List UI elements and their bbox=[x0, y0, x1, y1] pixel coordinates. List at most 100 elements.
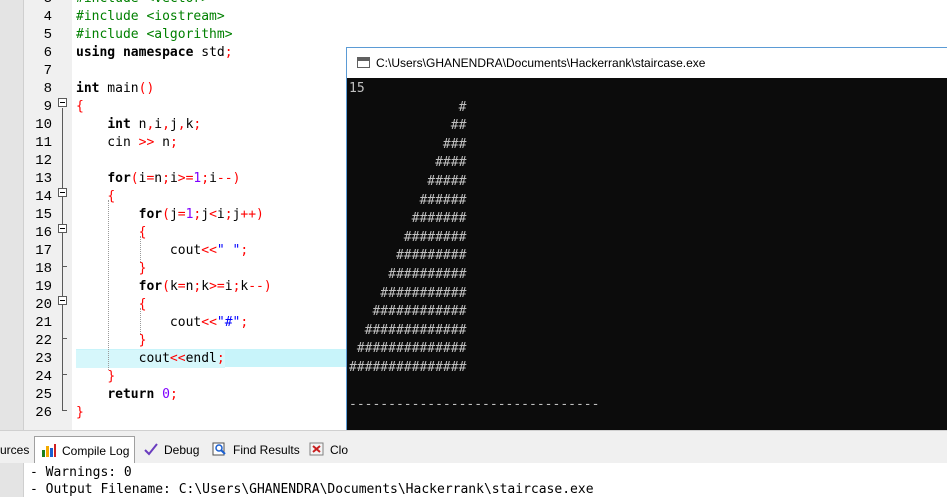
line-number: 17 bbox=[35, 243, 52, 259]
find-icon bbox=[212, 442, 226, 456]
tab-compile-log-label: Compile Log bbox=[62, 444, 130, 458]
line-number: 5 bbox=[43, 27, 52, 43]
code-text: { bbox=[107, 189, 116, 204]
line-number: 9 bbox=[43, 99, 52, 115]
console-line: ############# bbox=[349, 322, 467, 338]
console-line: # bbox=[349, 99, 467, 115]
code-text: cout<<endl; bbox=[76, 350, 225, 368]
tab-find-results-label: Find Results bbox=[233, 443, 300, 457]
log-warnings: - Warnings: 0 bbox=[30, 465, 132, 480]
console-window[interactable]: C:\Users\GHANENDRA\Documents\Hackerrank\… bbox=[346, 47, 947, 459]
line-number: 22 bbox=[35, 333, 52, 349]
line-number: 3 bbox=[26, 0, 52, 8]
line-number: 10 bbox=[35, 117, 52, 133]
console-line: ###### bbox=[349, 192, 467, 208]
code-text: int main() bbox=[76, 81, 155, 96]
code-text: for(k=n;k>=i;k--) bbox=[138, 279, 272, 294]
console-line: ########### bbox=[349, 285, 467, 301]
code-text: int n,i,j,k; bbox=[107, 117, 202, 132]
indent-guide bbox=[108, 200, 109, 370]
console-title: C:\Users\GHANENDRA\Documents\Hackerrank\… bbox=[376, 56, 706, 70]
indent-guide bbox=[140, 236, 141, 262]
console-line: ######## bbox=[349, 229, 467, 245]
fold-end-inner-for-2 bbox=[62, 338, 67, 339]
bar-chart-icon bbox=[42, 444, 56, 457]
line-number: 16 bbox=[35, 225, 52, 241]
line-number: 8 bbox=[43, 81, 52, 97]
console-line: ### bbox=[349, 136, 467, 152]
console-line: -------------------------------- bbox=[349, 397, 600, 413]
tab-debug[interactable]: Debug bbox=[141, 436, 204, 463]
line-number: 14 bbox=[35, 189, 52, 205]
code-text: return 0; bbox=[107, 387, 178, 402]
fold-end-outer-for bbox=[62, 374, 67, 375]
tab-resources[interactable]: urces bbox=[0, 436, 32, 463]
bottom-tab-strip: urces Compile Log Debug Find Results Clo bbox=[0, 430, 947, 463]
console-titlebar[interactable]: C:\Users\GHANENDRA\Documents\Hackerrank\… bbox=[347, 48, 947, 78]
tab-compile-log[interactable]: Compile Log bbox=[34, 436, 135, 463]
code-text: using namespace std; bbox=[76, 45, 233, 60]
line-number: 25 bbox=[35, 387, 52, 403]
code-text: { bbox=[76, 99, 84, 114]
code-text: cout<<" "; bbox=[76, 243, 249, 258]
fold-toggle-inner-for-2[interactable] bbox=[58, 296, 67, 305]
line-number: 7 bbox=[43, 63, 52, 79]
tab-close-label: Clo bbox=[330, 443, 349, 457]
console-line: ########## bbox=[349, 267, 467, 282]
line-number: 6 bbox=[43, 45, 52, 61]
fold-line-main bbox=[62, 108, 63, 410]
tab-close[interactable]: Clo bbox=[308, 436, 349, 463]
console-line: ############## bbox=[349, 341, 467, 357]
console-line: ## bbox=[349, 118, 467, 134]
fold-toggle-outer-for[interactable] bbox=[58, 188, 67, 197]
console-output[interactable]: 15 # ## ### #### ##### ###### ####### ##… bbox=[347, 78, 947, 441]
console-line: ######### bbox=[349, 248, 467, 264]
line-number: 20 bbox=[35, 297, 52, 313]
console-line: ############ bbox=[349, 304, 467, 320]
code-text: { bbox=[138, 297, 147, 312]
fold-end-inner-for-1 bbox=[62, 266, 67, 267]
tab-debug-label: Debug bbox=[164, 443, 200, 457]
line-number: 11 bbox=[35, 135, 52, 151]
log-left-strip bbox=[0, 463, 24, 497]
tab-resources-label: urces bbox=[0, 443, 30, 457]
code-text: cin >> n; bbox=[76, 135, 178, 150]
code-text: for(i=n;i>=1;i--) bbox=[107, 171, 241, 186]
line-number: 13 bbox=[35, 171, 52, 187]
code-text: } bbox=[107, 369, 116, 384]
console-line: 15 bbox=[349, 81, 365, 96]
line-number: 4 bbox=[43, 9, 52, 25]
fold-toggle-inner-for-1[interactable] bbox=[58, 224, 67, 233]
checkmark-icon bbox=[144, 443, 158, 456]
tab-find-results[interactable]: Find Results bbox=[210, 436, 302, 463]
code-text: for(j=1;j<i;j++) bbox=[138, 207, 264, 222]
line-number: 26 bbox=[35, 405, 52, 421]
code-text: } bbox=[138, 261, 147, 276]
close-tab-icon bbox=[309, 442, 324, 456]
compile-log-panel[interactable]: - Warnings: 0 - Output Filename: C:\User… bbox=[0, 463, 947, 497]
line-number: 23 bbox=[35, 351, 52, 367]
console-line: #### bbox=[349, 155, 467, 171]
line-number: 21 bbox=[35, 315, 52, 331]
code-line[interactable]: 4 #include <iostream> bbox=[0, 8, 947, 26]
fold-end-main bbox=[62, 410, 67, 411]
code-text: #include <iostream> bbox=[76, 9, 225, 24]
line-number: 24 bbox=[35, 369, 52, 385]
console-line: ############### bbox=[349, 360, 467, 375]
code-text: { bbox=[138, 225, 147, 240]
console-line: ####### bbox=[349, 211, 467, 227]
code-text: cout<<"#"; bbox=[76, 315, 249, 330]
code-text: #include <vector> bbox=[76, 0, 209, 8]
line-number: 15 bbox=[35, 207, 52, 223]
line-number: 18 bbox=[35, 261, 52, 277]
code-line[interactable]: 3 #include <vector> bbox=[0, 0, 947, 8]
fold-toggle-main[interactable] bbox=[58, 98, 67, 107]
code-text: #include <algorithm> bbox=[76, 27, 233, 42]
line-number: 19 bbox=[35, 279, 52, 295]
code-text: } bbox=[76, 405, 84, 420]
console-app-icon bbox=[357, 57, 370, 68]
line-number: 12 bbox=[35, 153, 52, 169]
code-line[interactable]: 5 #include <algorithm> bbox=[0, 26, 947, 44]
indent-guide bbox=[140, 308, 141, 334]
code-text: } bbox=[138, 333, 147, 348]
